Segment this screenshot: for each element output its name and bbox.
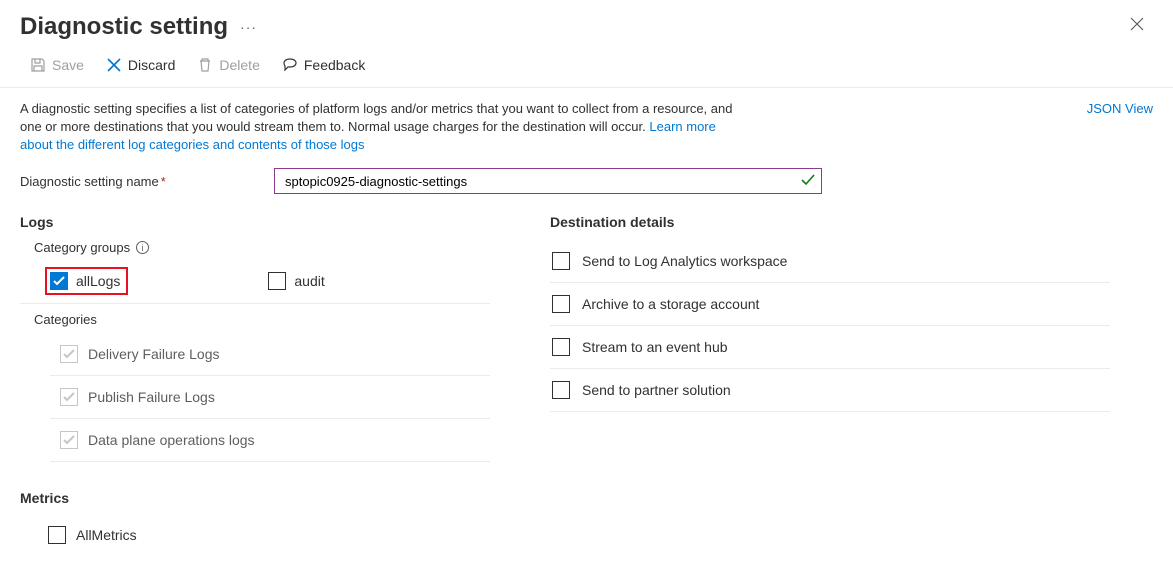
delete-icon (197, 57, 213, 73)
dest-partner[interactable]: Send to partner solution (550, 369, 1110, 412)
discard-icon (106, 57, 122, 73)
category-dataplane[interactable]: Data plane operations logs (50, 419, 490, 462)
checkbox-dest[interactable] (552, 295, 570, 313)
feedback-icon (282, 57, 298, 73)
checkbox-audit[interactable] (268, 272, 286, 290)
save-button[interactable]: Save (20, 53, 94, 77)
checkbox-dest[interactable] (552, 381, 570, 399)
valid-icon (800, 172, 816, 191)
category-delivery-failure[interactable]: Delivery Failure Logs (50, 333, 490, 376)
save-icon (30, 57, 46, 73)
dest-log-analytics[interactable]: Send to Log Analytics workspace (550, 240, 1110, 283)
category-publish-failure[interactable]: Publish Failure Logs (50, 376, 490, 419)
checkbox-allmetrics[interactable] (48, 526, 66, 544)
info-icon[interactable]: i (136, 241, 149, 254)
dest-storage[interactable]: Archive to a storage account (550, 283, 1110, 326)
discard-button[interactable]: Discard (96, 53, 185, 77)
dest-eventhub[interactable]: Stream to an event hub (550, 326, 1110, 369)
json-view-link[interactable]: JSON View (1067, 100, 1153, 118)
more-menu[interactable]: ··· (240, 19, 257, 35)
delete-button[interactable]: Delete (187, 53, 269, 77)
check-icon (63, 391, 75, 403)
toolbar: Save Discard Delete Feedback (0, 47, 1173, 88)
checkbox-disabled (60, 345, 78, 363)
setting-name-input[interactable] (274, 168, 822, 194)
description-text: A diagnostic setting specifies a list of… (20, 100, 740, 154)
logs-heading: Logs (20, 214, 490, 230)
destination-heading: Destination details (550, 214, 1110, 230)
category-groups-label: Category groups i (34, 240, 490, 255)
close-icon (1129, 16, 1145, 32)
feedback-button[interactable]: Feedback (272, 53, 375, 77)
check-icon (63, 434, 75, 446)
checkbox-disabled (60, 431, 78, 449)
checkbox-dest[interactable] (552, 252, 570, 270)
group-alllogs[interactable]: allLogs (45, 267, 128, 295)
close-button[interactable] (1121, 12, 1153, 41)
check-icon (63, 348, 75, 360)
checkbox-alllogs[interactable] (50, 272, 68, 290)
page-title: Diagnostic setting (20, 13, 228, 41)
metric-allmetrics[interactable]: AllMetrics (20, 516, 490, 544)
check-icon (53, 275, 65, 287)
categories-label: Categories (34, 312, 490, 327)
metrics-heading: Metrics (20, 490, 490, 506)
checkbox-disabled (60, 388, 78, 406)
checkbox-dest[interactable] (552, 338, 570, 356)
group-audit[interactable]: audit (268, 267, 324, 295)
setting-name-label: Diagnostic setting name* (20, 174, 274, 189)
